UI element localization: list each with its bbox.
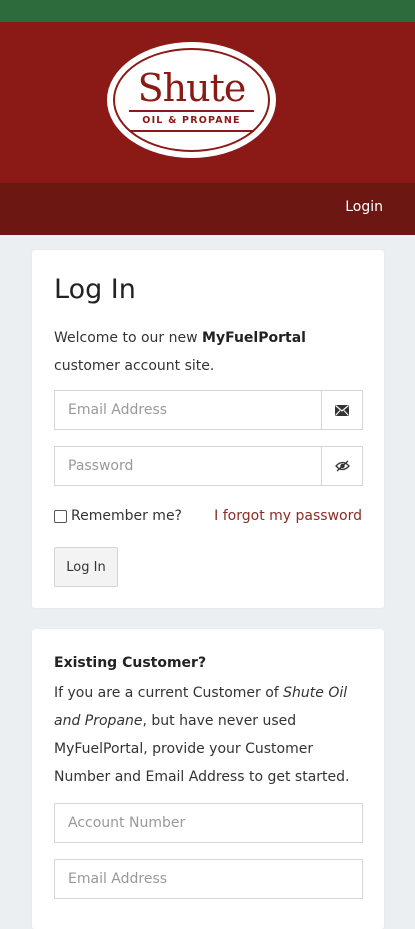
welcome-text: Welcome to our new MyFuelPortal customer… (54, 324, 354, 380)
welcome-suffix: customer account site. (54, 358, 215, 374)
logo-rule-top (129, 110, 254, 112)
eye-slash-icon[interactable] (321, 447, 362, 485)
account-number-field-group (54, 803, 363, 843)
remember-checkbox[interactable] (54, 509, 67, 523)
login-card: Log In Welcome to our new MyFuelPortal c… (32, 250, 384, 608)
brand-header: Shute OIL & PROPANE (0, 22, 415, 183)
logo-rule-bottom (129, 130, 254, 132)
existing-customer-text: If you are a current Customer of Shute O… (54, 679, 364, 791)
remember-me[interactable]: Remember me? (54, 508, 182, 524)
logo-name: Shute (137, 66, 247, 110)
envelope-icon (321, 391, 362, 429)
welcome-prefix: Welcome to our new (54, 330, 203, 346)
existing-customer-title: Existing Customer? (54, 655, 207, 671)
password-field-group (54, 446, 363, 486)
email-field-group (54, 390, 363, 430)
remember-label: Remember me? (71, 508, 182, 524)
welcome-brand: MyFuelPortal (202, 330, 306, 346)
existing-customer-card: Existing Customer? If you are a current … (32, 629, 384, 929)
nav-bar: Login (0, 183, 415, 235)
top-status-strip (0, 0, 415, 22)
password-input[interactable] (55, 447, 322, 485)
shute-logo[interactable]: Shute OIL & PROPANE (107, 42, 276, 158)
existing-email-field-group (54, 859, 363, 899)
email-input[interactable] (55, 391, 322, 429)
login-title: Log In (54, 274, 136, 305)
forgot-password-link[interactable]: I forgot my password (214, 508, 362, 524)
login-button[interactable]: Log In (54, 547, 118, 587)
existing-email-input[interactable] (55, 860, 360, 898)
existing-text-1: If you are a current Customer of (54, 685, 284, 701)
logo-subtitle: OIL & PROPANE (142, 115, 241, 126)
account-number-input[interactable] (55, 804, 360, 842)
nav-login-link[interactable]: Login (345, 199, 383, 215)
